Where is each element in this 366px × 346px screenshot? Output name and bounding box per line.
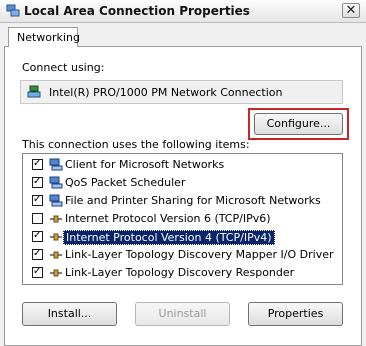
item-checkbox[interactable]: ✓ [32,194,43,206]
check-icon: ✓ [33,248,42,259]
install-button-label: Install... [47,307,92,320]
list-item[interactable]: ✓ File and Printer Sharing for Microsoft… [23,193,342,209]
item-label: Internet Protocol Version 4 (TCP/IPv4) [63,230,275,245]
window-title: Local Area Connection Properties [24,4,250,18]
network-client-icon [49,176,63,189]
item-label: Internet Protocol Version 6 (TCP/IPv6) [65,212,271,225]
check-icon: ✓ [33,176,42,187]
configure-button[interactable]: Configure... [254,113,343,135]
tab-networking-label: Networking [17,31,80,44]
adapter-name: Intel(R) PRO/1000 PM Network Connection [49,86,283,99]
item-checkbox[interactable]: ✓ [32,176,43,188]
item-checkbox[interactable]: ✓ [32,158,43,170]
items-label: This connection uses the following items… [22,138,250,151]
protocol-icon [50,215,62,223]
uninstall-button[interactable]: Uninstall [135,302,230,326]
list-item[interactable]: ✓ QoS Packet Scheduler [23,175,342,191]
network-adapter-icon [6,4,20,17]
protocol-icon [50,251,62,259]
item-label: Link-Layer Topology Discovery Mapper I/O… [65,248,334,261]
close-icon: ✕ [345,3,357,18]
install-button[interactable]: Install... [22,302,117,326]
item-label: File and Printer Sharing for Microsoft N… [65,194,321,207]
properties-button[interactable]: Properties [248,302,343,326]
item-checkbox[interactable]: ✓ [32,230,43,242]
components-list[interactable]: ✓ Client for Microsoft Networks ✓ QoS Pa… [22,153,343,285]
check-icon: ✓ [33,230,42,241]
item-checkbox[interactable]: ✓ [32,266,43,278]
check-icon: ✓ [33,266,42,277]
configure-button-label: Configure... [266,117,331,130]
protocol-icon [50,233,62,241]
list-item[interactable]: ✓ Link-Layer Topology Discovery Responde… [23,265,342,281]
list-item[interactable]: ✓ Link-Layer Topology Discovery Mapper I… [23,247,342,263]
item-label: QoS Packet Scheduler [65,176,186,189]
properties-button-label: Properties [267,307,324,320]
protocol-icon [50,269,62,277]
item-checkbox[interactable] [32,213,43,224]
tab-networking[interactable]: Networking [8,27,80,47]
item-checkbox[interactable]: ✓ [32,248,43,260]
network-client-icon [49,194,63,207]
check-icon: ✓ [33,194,42,205]
title-bar: Local Area Connection Properties ✕ [0,0,366,23]
close-button[interactable]: ✕ [342,3,360,18]
adapter-field: Intel(R) PRO/1000 PM Network Connection [20,80,343,104]
list-item[interactable]: Internet Protocol Version 6 (TCP/IPv6) [23,211,342,227]
item-label: Link-Layer Topology Discovery Responder [65,266,295,279]
network-client-icon [49,158,63,171]
item-label: Client for Microsoft Networks [65,158,225,171]
connect-using-label: Connect using: [22,61,105,74]
check-icon: ✓ [33,158,42,169]
list-item[interactable]: ✓ Internet Protocol Version 4 (TCP/IPv4) [23,229,342,245]
uninstall-button-label: Uninstall [158,307,207,320]
list-item[interactable]: ✓ Client for Microsoft Networks [23,157,342,173]
network-adapter-icon [27,85,41,98]
